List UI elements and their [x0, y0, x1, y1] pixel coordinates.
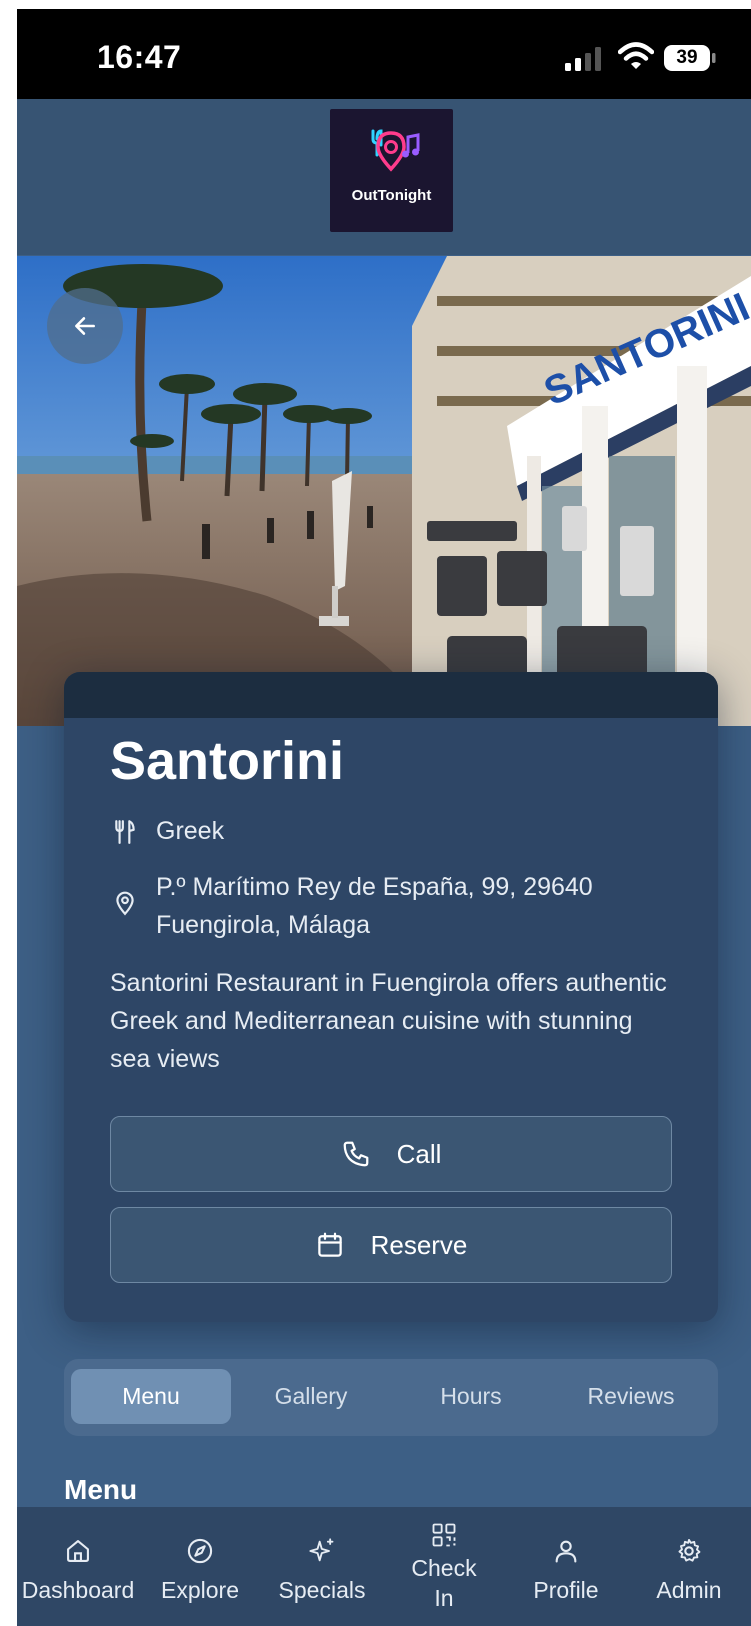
phone-icon	[343, 1141, 368, 1167]
nav-label: Profile	[533, 1577, 599, 1603]
address-row[interactable]: P.º Marítimo Rey de España, 99, 29640 Fu…	[110, 868, 593, 944]
nav-check-in[interactable]: Check In	[383, 1507, 505, 1626]
location-pin-icon	[371, 129, 420, 172]
app-screen: 16:47 39 OutTonight SANTORINI Santorini …	[17, 9, 751, 1626]
home-icon	[67, 1540, 89, 1562]
battery-icon: 39	[664, 45, 716, 71]
section-title: Menu	[64, 1474, 138, 1505]
battery-level: 39	[676, 47, 698, 68]
app-header: OutTonight	[17, 99, 751, 255]
sparkles-icon	[309, 1538, 334, 1562]
tab-hours[interactable]: Hours	[391, 1369, 551, 1424]
tab-gallery[interactable]: Gallery	[231, 1369, 391, 1424]
venue-tabs: Menu Gallery Hours Reviews	[64, 1359, 718, 1436]
qr-code-icon	[432, 1523, 456, 1547]
nav-specials[interactable]: Specials	[261, 1507, 383, 1626]
nav-label: Specials	[278, 1577, 366, 1603]
map-pin-icon	[116, 891, 134, 916]
user-icon	[555, 1540, 577, 1563]
nav-label: Explore	[161, 1577, 239, 1603]
tab-menu[interactable]: Menu	[71, 1369, 231, 1424]
reserve-label: Reserve	[370, 1229, 468, 1260]
address-line-2: Fuengirola, Málaga	[156, 911, 371, 939]
cuisine-row: Greek	[110, 817, 224, 846]
card-top-band	[64, 672, 718, 718]
calendar-icon	[317, 1232, 342, 1257]
nav-explore[interactable]: Explore	[139, 1507, 261, 1626]
status-bar: 16:47 39	[17, 9, 751, 99]
hero-photo: SANTORINI	[17, 256, 751, 726]
venue-name: Santorini	[110, 731, 345, 791]
tab-reviews[interactable]: Reviews	[551, 1369, 711, 1424]
venue-description: Santorini Restaurant in Fuengirola offer…	[110, 969, 667, 1073]
back-button[interactable]	[47, 288, 123, 364]
utensils-icon	[115, 820, 135, 844]
cellular-signal-icon	[565, 47, 601, 71]
call-button[interactable]: Call	[110, 1116, 672, 1192]
gear-icon	[678, 1538, 701, 1562]
venue-info-card: Santorini Greek P.º Marítimo Rey de Espa…	[64, 672, 718, 1322]
bottom-nav: Dashboard Explore Specials Check In Prof…	[17, 1507, 751, 1626]
status-time: 16:47	[97, 39, 182, 75]
nav-profile[interactable]: Profile	[505, 1507, 627, 1626]
nav-label: Dashboard	[21, 1577, 135, 1603]
nav-dashboard[interactable]: Dashboard	[17, 1507, 139, 1626]
app-logo[interactable]: OutTonight	[330, 109, 453, 232]
arrow-left-icon	[75, 317, 95, 335]
cuisine-label: Greek	[156, 817, 225, 845]
nav-label: Check In	[411, 1555, 477, 1611]
venue-hero-image: SANTORINI	[17, 256, 751, 726]
wifi-icon	[618, 42, 654, 69]
logo-text: OutTonight	[351, 187, 432, 204]
reserve-button[interactable]: Reserve	[110, 1207, 672, 1283]
call-label: Call	[396, 1138, 442, 1169]
address-line-1: P.º Marítimo Rey de España, 99, 29640	[156, 873, 593, 901]
compass-icon	[187, 1538, 213, 1564]
nav-label: Admin	[656, 1577, 722, 1603]
nav-admin[interactable]: Admin	[627, 1507, 751, 1626]
